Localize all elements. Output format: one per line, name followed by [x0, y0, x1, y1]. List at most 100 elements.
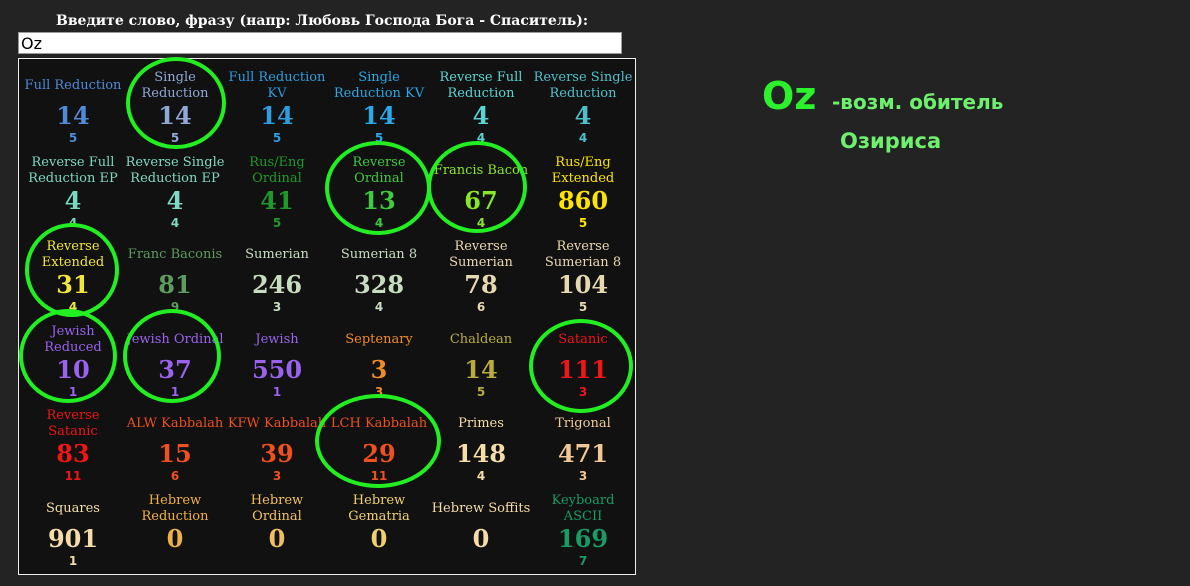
- cipher-value: 14: [158, 101, 192, 130]
- cipher-cell[interactable]: KFW Kabbalah 39 3: [226, 400, 328, 484]
- cipher-value: 83: [56, 439, 90, 468]
- cipher-cell[interactable]: Full Reduction KV 14 5: [226, 62, 328, 146]
- cipher-name: Reverse Ordinal: [352, 154, 406, 186]
- cipher-reduction: 4: [68, 215, 78, 230]
- cipher-cell[interactable]: Reverse Single Reduction 4 4: [532, 62, 634, 146]
- cipher-reduction: 5: [578, 300, 588, 314]
- cipher-name: KFW Kabbalah: [227, 416, 327, 431]
- cipher-cell[interactable]: Rus/Eng Ordinal 41 5: [226, 147, 328, 231]
- cipher-value: 81: [158, 270, 192, 299]
- cipher-cell[interactable]: Full Reduction 14 5: [22, 62, 124, 146]
- cipher-cell[interactable]: Franc Baconis 81 9: [124, 231, 226, 315]
- cipher-cell[interactable]: Reverse Full Reduction 4 4: [430, 62, 532, 146]
- cipher-cell[interactable]: Jewish Ordinal 37 1: [124, 316, 226, 400]
- cipher-value: 471: [557, 439, 609, 468]
- cipher-name: Reverse Sumerian: [449, 239, 513, 270]
- cipher-value: 0: [370, 523, 388, 553]
- cipher-name: LCH Kabbalah: [330, 416, 428, 431]
- cipher-cell[interactable]: Trigonal 471 3: [532, 400, 634, 484]
- cipher-name: Rus/Eng Extended: [551, 154, 615, 186]
- cipher-cell[interactable]: Primes 148 4: [430, 400, 532, 484]
- cipher-reduction: 4: [476, 215, 486, 230]
- cipher-reduction: 11: [370, 469, 388, 483]
- cipher-cell[interactable]: Hebrew Soffits 0: [430, 485, 532, 569]
- cipher-reduction: 3: [578, 384, 588, 399]
- cipher-cell[interactable]: LCH Kabbalah 29 11: [328, 400, 430, 484]
- cipher-value: 4: [64, 185, 82, 215]
- cipher-cell[interactable]: Septenary 3 3: [328, 316, 430, 400]
- cipher-name: Hebrew Ordinal: [250, 492, 304, 524]
- cipher-value: 4: [574, 101, 592, 130]
- cipher-cell[interactable]: Keyboard ASCII 169 7: [532, 485, 634, 569]
- cipher-value: 14: [362, 101, 396, 130]
- cipher-name: Hebrew Reduction: [141, 492, 209, 524]
- cipher-name: Francis Bacon: [433, 162, 529, 178]
- cipher-cell[interactable]: ALW Kabbalah 15 6: [124, 400, 226, 484]
- cipher-cell[interactable]: Jewish Reduced 10 1: [22, 316, 124, 400]
- cipher-name: Sumerian: [245, 247, 309, 262]
- cipher-name: Jewish: [255, 331, 299, 347]
- cipher-name: Single Reduction: [141, 70, 209, 101]
- cipher-name: Primes: [458, 416, 504, 431]
- cipher-value: 0: [268, 523, 286, 553]
- cipher-cell[interactable]: Reverse Satanic 83 11: [22, 400, 124, 484]
- cipher-name: Jewish Reduced: [44, 323, 102, 355]
- cipher-cell[interactable]: Rus/Eng Extended 860 5: [532, 147, 634, 231]
- cipher-value: 39: [260, 439, 294, 468]
- cipher-cell[interactable]: Reverse Sumerian 8 104 5: [532, 231, 634, 315]
- cipher-results-grid: Full Reduction 14 5 Single Reduction 14 5 Full…: [18, 57, 636, 575]
- cipher-cell[interactable]: Reverse Extended 31 4: [22, 231, 124, 315]
- cipher-value: 13: [362, 185, 396, 215]
- cipher-value: 37: [158, 354, 192, 384]
- cipher-reduction: 3: [272, 300, 282, 314]
- cipher-cell[interactable]: Reverse Single Reduction EP 4 4: [124, 147, 226, 231]
- cipher-cell[interactable]: Francis Bacon 67 4: [430, 147, 532, 231]
- cipher-cell[interactable]: Reverse Sumerian 78 6: [430, 231, 532, 315]
- cipher-cell[interactable]: Single Reduction 14 5: [124, 62, 226, 146]
- cipher-name: Hebrew Gematria: [348, 492, 410, 524]
- cipher-value: 67: [464, 185, 498, 215]
- cipher-reduction: 9: [170, 300, 180, 314]
- cipher-cell[interactable]: Satanic 111 3: [532, 316, 634, 400]
- annotation-title: Oz: [762, 74, 817, 118]
- cipher-name: Squares: [46, 500, 100, 516]
- cipher-name: Sumerian 8: [340, 247, 418, 262]
- cipher-reduction: 11: [64, 469, 82, 483]
- cipher-value: 246: [251, 270, 303, 299]
- cipher-cell[interactable]: Reverse Ordinal 13 4: [328, 147, 430, 231]
- cipher-cell[interactable]: Squares 901 1: [22, 485, 124, 569]
- annotation-line-2: Озириса: [840, 129, 942, 153]
- cipher-cell[interactable]: Sumerian 246 3: [226, 231, 328, 315]
- cipher-cell[interactable]: Sumerian 8 328 4: [328, 231, 430, 315]
- cipher-cell[interactable]: Chaldean 14 5: [430, 316, 532, 400]
- cipher-name: Single Reduction KV: [333, 70, 425, 101]
- cipher-cell[interactable]: Hebrew Reduction 0: [124, 485, 226, 569]
- cipher-cell[interactable]: Single Reduction KV 14 5: [328, 62, 430, 146]
- cipher-reduction: 1: [68, 553, 78, 568]
- cipher-reduction: 4: [170, 215, 180, 230]
- cipher-value: 78: [464, 270, 498, 299]
- cipher-cell[interactable]: Hebrew Gematria 0: [328, 485, 430, 569]
- cipher-name: Satanic: [558, 331, 608, 347]
- cipher-reduction: 5: [170, 131, 180, 145]
- search-input[interactable]: [18, 32, 622, 54]
- cipher-reduction: 4: [578, 131, 588, 145]
- cipher-reduction: 5: [272, 215, 282, 230]
- cipher-reduction: 1: [68, 384, 78, 399]
- cipher-name: Hebrew Soffits: [431, 500, 531, 516]
- cipher-reduction: 1: [170, 384, 180, 399]
- cipher-name: Reverse Satanic: [46, 408, 100, 439]
- cipher-name: Chaldean: [449, 331, 513, 347]
- annotation-line-1: -возм. обитель: [832, 90, 1004, 114]
- cipher-name: Jewish Ordinal: [126, 331, 224, 347]
- cipher-name: Trigonal: [555, 416, 611, 431]
- cipher-name: Full Reduction: [24, 78, 122, 93]
- cipher-value: 15: [158, 439, 192, 468]
- cipher-cell[interactable]: Jewish 550 1: [226, 316, 328, 400]
- cipher-cell[interactable]: Hebrew Ordinal 0: [226, 485, 328, 569]
- cipher-reduction: 4: [374, 215, 384, 230]
- cipher-reduction: 3: [578, 469, 588, 483]
- cipher-reduction: 6: [170, 469, 180, 483]
- cipher-cell[interactable]: Reverse Full Reduction EP 4 4: [22, 147, 124, 231]
- cipher-name: Rus/Eng Ordinal: [249, 154, 305, 186]
